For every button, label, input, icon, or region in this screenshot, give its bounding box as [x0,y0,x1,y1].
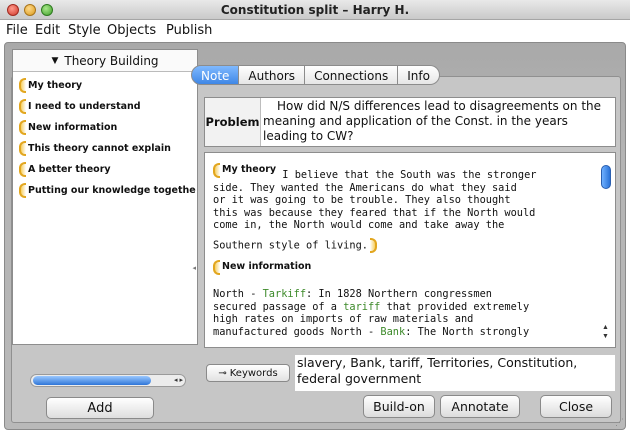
scaffold-item-label: I need to understand [28,101,141,112]
keyword-link[interactable]: tariff [343,301,380,313]
note-line: Southern style of living. [213,239,368,251]
note-line: I believe that the South was the stronge… [276,169,537,181]
triangle-down-icon: ▼ [51,55,59,66]
note-text-fragment: North - [213,288,263,300]
scaffold-bracket-icon [19,120,26,135]
window-title: Constitution split – Harry H. [220,3,410,17]
scaffold-item-better-theory[interactable]: A better theory [13,159,197,180]
note-line: come in, the North would come and take a… [213,219,505,231]
scaffold-horizontal-scrollbar[interactable]: ◂ ▸ [30,374,186,387]
scaffold-item-need-to-understand[interactable]: I need to understand [13,96,197,117]
scaffold-selector[interactable]: ▼ Theory Building [13,50,197,72]
note-body[interactable]: My theory I believe that the South was t… [204,152,616,348]
keywords-button[interactable]: ⊸ Keywords [206,364,290,382]
scaffold-item-label: This theory cannot explain [28,143,171,154]
problem-field[interactable]: Problem How did N/S differences lead to … [204,97,616,147]
scaffold-bracket-icon [19,183,26,198]
scaffold-bracket-icon [19,141,26,156]
scaffold-bracket-icon [19,99,26,114]
problem-text-line: meaning and application of the Const. in… [263,114,568,128]
application-window: Constitution split – Harry H. File Edit … [0,0,630,434]
tab-connections[interactable]: Connections [305,65,399,85]
scrollbar-thumb[interactable] [33,376,151,385]
note-vertical-scrollbar[interactable]: ▲ ▼ [600,159,612,341]
annotate-button[interactable]: Annotate [440,395,520,418]
problem-text-line: leading to CW? [263,129,354,143]
scaffold-tag-label: My theory [222,164,277,176]
scroll-arrows-icon[interactable]: ◂ ▸ [174,375,183,386]
scaffold-bracket-icon [213,259,220,275]
keyword-link[interactable]: Bank [380,326,405,338]
panel-resize-handle-icon[interactable]: ◂ [192,264,196,272]
note-text-fragment: : The North strongly [405,325,530,338]
close-button[interactable]: Close [540,395,612,418]
keywords-line: slavery, Bank, tariff, Territories, Cons… [297,355,578,370]
note-text-fragment: secured passage of a [213,300,344,313]
note-line: this was because they feared that if the… [213,206,536,219]
tab-authors[interactable]: Authors [239,65,306,85]
scaffold-item-label: Putting our knowledge togethe [28,185,196,196]
note-text[interactable]: My theory I believe that the South was t… [213,163,599,345]
scaffold-item-putting-knowledge-together[interactable]: Putting our knowledge togethe [13,180,197,201]
keyword-link[interactable]: Tar [263,288,282,300]
note-text-fragment: that provided extremely [380,300,530,313]
keyword-link[interactable]: kiff [281,288,306,300]
build-on-button[interactable]: Build-on [363,395,435,418]
scaffold-bracket-icon [213,163,220,178]
tab-note[interactable]: Note [191,65,240,85]
scaffold-end-bracket-icon [369,237,377,253]
add-button[interactable]: Add [46,397,154,419]
scaffold-item-label: My theory [28,80,83,91]
menu-style[interactable]: Style [68,23,101,38]
scaffold-item-label: New information [28,122,118,133]
scroll-arrows-icon[interactable]: ▲ ▼ [602,323,609,341]
note-text-fragment: : In 1828 Northern congressmen [306,288,493,300]
note-paragraph: North - Tarkiff: In 1828 Northern congre… [213,288,599,338]
scaffold-item-new-information[interactable]: New information [13,117,197,138]
menu-objects[interactable]: Objects [107,23,156,38]
scaffold-selector-label: Theory Building [64,53,159,68]
scaffold-bracket-icon [19,78,26,93]
menu-file[interactable]: File [6,23,28,38]
note-paragraph: New information [213,259,599,279]
keywords-line: federal government [297,371,422,386]
scaffold-tag[interactable]: New information [213,259,312,275]
menu-bar: File Edit Style Objects Publish [0,20,630,42]
scaffold-bracket-icon [19,162,26,177]
note-line: or it was going to be trouble. They also… [213,194,511,206]
scaffold-item-my-theory[interactable]: My theory [13,75,197,96]
menu-edit[interactable]: Edit [35,23,60,38]
scaffold-list: My theory I need to understand New infor… [13,72,197,201]
scaffold-item-label: A better theory [28,164,111,175]
note-line: high rates on imports of raw materials a… [213,313,474,325]
title-bar[interactable]: Constitution split – Harry H. [0,0,630,20]
scaffold-tag-label: New information [222,260,312,272]
menu-publish[interactable]: Publish [166,23,212,38]
problem-text-line: How did N/S differences lead to disagree… [277,99,602,113]
tab-bar: Note Authors Connections Info [191,65,440,85]
window-resize-grip-icon[interactable]: ⋰ [615,417,624,428]
problem-label: Problem [205,98,261,146]
scaffold-tag[interactable]: My theory [213,163,276,178]
tab-info[interactable]: Info [398,65,440,85]
scrollbar-thumb[interactable] [601,165,611,189]
scaffold-item-cannot-explain[interactable]: This theory cannot explain [13,138,197,159]
keywords-button-label: Keywords [229,367,278,379]
note-line: side. They wanted the Americans do what … [213,181,517,194]
note-text-fragment: manufactured goods North - [213,325,381,338]
scaffold-panel: ▼ Theory Building My theory I need to un… [12,49,198,345]
key-icon: ⊸ [218,367,227,379]
keywords-field[interactable]: slavery, Bank, tariff, Territories, Cons… [295,355,615,391]
note-paragraph: My theory I believe that the South was t… [213,163,599,253]
problem-text[interactable]: How did N/S differences lead to disagree… [263,99,613,144]
